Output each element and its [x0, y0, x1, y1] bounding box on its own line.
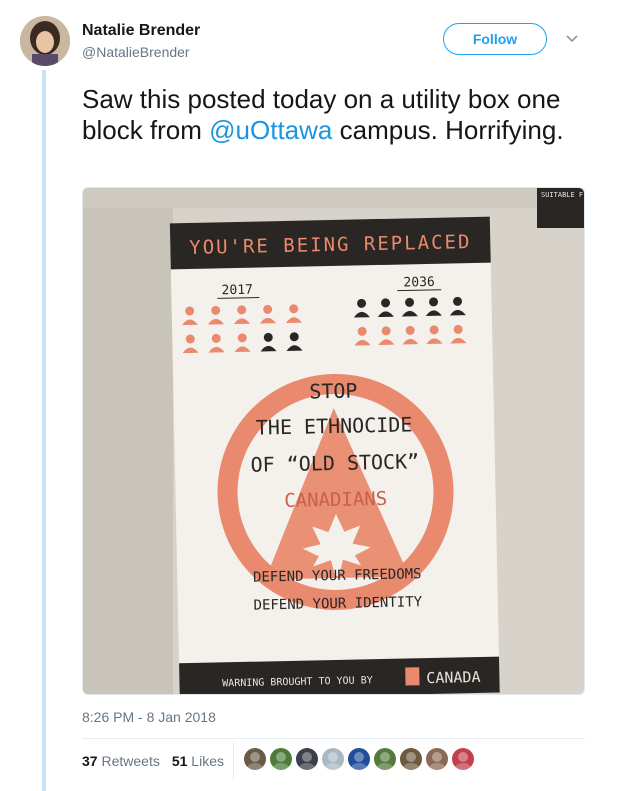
poster-line-2: THE ETHNOCIDE	[256, 412, 413, 439]
poster-line-3: OF “OLD STOCK”	[250, 449, 419, 477]
liker-avatar[interactable]	[426, 748, 448, 770]
author-handle[interactable]: @NatalieBrender	[82, 44, 190, 60]
liker-avatars	[244, 748, 474, 770]
mention-link[interactable]: @uOttawa	[209, 115, 332, 145]
thread-line	[42, 70, 46, 791]
tweet-photo[interactable]: SUITABLE F USE AS SERV ENTRANCE EQUIPMEN…	[82, 187, 585, 695]
liker-avatar[interactable]	[296, 748, 318, 770]
sticker-text: SUITABLE F USE AS SERV ENTRANCE EQUIPMEN	[541, 191, 585, 199]
tweet-card: Natalie Brender @NatalieBrender Follow S…	[0, 0, 617, 791]
liker-avatar[interactable]	[270, 748, 292, 770]
poster-line-1: STOP	[309, 378, 358, 403]
retweets-stat[interactable]: 37 Retweets	[82, 753, 160, 769]
likes-label: Likes	[191, 753, 224, 769]
liker-avatar[interactable]	[348, 748, 370, 770]
liker-avatar[interactable]	[374, 748, 396, 770]
avatar[interactable]	[20, 16, 70, 66]
likes-stat[interactable]: 51 Likes	[172, 753, 224, 769]
tweet-stats: 37 Retweets 51 Likes	[82, 753, 224, 769]
chevron-down-icon[interactable]	[565, 34, 579, 44]
tweet-text-part: campus. Horrifying.	[332, 115, 564, 145]
year-left: 2017	[221, 283, 253, 299]
likes-count: 51	[171, 753, 188, 769]
follow-button[interactable]: Follow	[443, 23, 547, 55]
poster-line-4: CANADIANS	[284, 488, 387, 512]
retweets-label: Retweets	[101, 753, 160, 769]
poster: YOU'RE BEING REPLACED 2017 2036 STOP THE…	[169, 216, 500, 694]
liker-avatar[interactable]	[244, 748, 266, 770]
liker-avatar[interactable]	[400, 748, 422, 770]
timestamp[interactable]: 8:26 PM - 8 Jan 2018	[82, 709, 216, 725]
author-name[interactable]: Natalie Brender	[82, 22, 200, 40]
stats-separator	[233, 742, 234, 780]
retweets-count: 37	[82, 753, 98, 769]
sticker: SUITABLE F USE AS SERV ENTRANCE EQUIPMEN	[537, 188, 585, 228]
tweet-text: Saw this posted today on a utility box o…	[82, 84, 582, 146]
year-right: 2036	[403, 275, 435, 291]
liker-avatar[interactable]	[452, 748, 474, 770]
liker-avatar[interactable]	[322, 748, 344, 770]
poster-footer-brand: CANADA	[426, 668, 481, 687]
divider	[82, 738, 585, 739]
